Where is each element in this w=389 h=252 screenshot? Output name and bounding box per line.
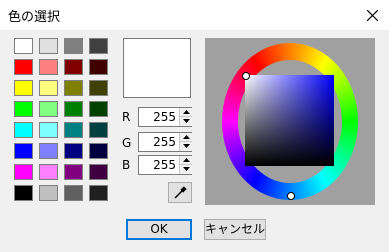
red-spinbox[interactable]: 255 bbox=[138, 107, 192, 127]
blue-label: B bbox=[122, 158, 131, 172]
color-swatch[interactable] bbox=[39, 59, 58, 75]
arrow-up-icon bbox=[183, 110, 190, 114]
green-decrement-button[interactable] bbox=[179, 142, 192, 151]
color-swatch[interactable] bbox=[39, 38, 58, 54]
hue-marker[interactable] bbox=[287, 192, 295, 200]
color-swatch[interactable] bbox=[39, 185, 58, 201]
blue-increment-button[interactable] bbox=[179, 156, 192, 165]
green-spinbox[interactable]: 255 bbox=[138, 132, 192, 152]
color-swatch[interactable] bbox=[64, 122, 83, 138]
color-swatch[interactable] bbox=[64, 143, 83, 159]
color-swatch[interactable] bbox=[64, 80, 83, 96]
color-swatch[interactable] bbox=[14, 38, 33, 54]
dialog-title: 色の選択 bbox=[8, 10, 61, 25]
color-swatch[interactable] bbox=[14, 143, 33, 159]
arrow-down-icon bbox=[183, 167, 190, 171]
color-preview bbox=[123, 38, 191, 98]
color-swatch-grid bbox=[14, 38, 114, 206]
arrow-down-icon bbox=[183, 144, 190, 148]
eyedropper-button[interactable] bbox=[168, 182, 192, 203]
color-picker-dialog: 色の選択 R 255 G 255 B 255 OK キャンセル bbox=[0, 0, 389, 252]
color-swatch[interactable] bbox=[39, 101, 58, 117]
color-swatch[interactable] bbox=[64, 164, 83, 180]
blue-spinbox[interactable]: 255 bbox=[138, 155, 192, 175]
color-wheel-picker[interactable] bbox=[205, 38, 375, 205]
blue-value[interactable]: 255 bbox=[139, 158, 176, 172]
color-swatch[interactable] bbox=[14, 122, 33, 138]
arrow-up-icon bbox=[183, 158, 190, 162]
color-swatch[interactable] bbox=[89, 122, 108, 138]
green-value[interactable]: 255 bbox=[139, 135, 176, 149]
red-decrement-button[interactable] bbox=[179, 117, 192, 126]
color-swatch[interactable] bbox=[89, 143, 108, 159]
arrow-up-icon bbox=[183, 135, 190, 139]
color-swatch[interactable] bbox=[14, 59, 33, 75]
eyedropper-icon bbox=[174, 186, 187, 199]
ok-button[interactable]: OK bbox=[126, 219, 192, 240]
color-swatch[interactable] bbox=[39, 80, 58, 96]
green-increment-button[interactable] bbox=[179, 133, 192, 142]
sv-marker[interactable] bbox=[242, 72, 250, 80]
color-swatch[interactable] bbox=[39, 143, 58, 159]
green-label: G bbox=[122, 136, 132, 150]
color-swatch[interactable] bbox=[39, 164, 58, 180]
color-swatch[interactable] bbox=[14, 185, 33, 201]
red-label: R bbox=[122, 110, 131, 124]
red-increment-button[interactable] bbox=[179, 108, 192, 117]
saturation-value-square[interactable] bbox=[245, 75, 334, 166]
color-swatch[interactable] bbox=[89, 164, 108, 180]
color-swatch[interactable] bbox=[64, 38, 83, 54]
color-swatch[interactable] bbox=[14, 80, 33, 96]
color-swatch[interactable] bbox=[39, 122, 58, 138]
close-button[interactable] bbox=[355, 0, 389, 30]
color-swatch[interactable] bbox=[64, 101, 83, 117]
color-swatch[interactable] bbox=[14, 101, 33, 117]
arrow-down-icon bbox=[183, 119, 190, 123]
color-swatch[interactable] bbox=[64, 59, 83, 75]
color-swatch[interactable] bbox=[89, 59, 108, 75]
red-value[interactable]: 255 bbox=[139, 110, 176, 124]
color-swatch[interactable] bbox=[89, 185, 108, 201]
close-icon bbox=[367, 10, 378, 21]
color-swatch[interactable] bbox=[89, 101, 108, 117]
color-swatch[interactable] bbox=[89, 80, 108, 96]
color-swatch[interactable] bbox=[89, 38, 108, 54]
cancel-button[interactable]: キャンセル bbox=[204, 219, 266, 240]
blue-decrement-button[interactable] bbox=[179, 165, 192, 174]
title-bar: 色の選択 bbox=[0, 0, 389, 30]
color-swatch[interactable] bbox=[64, 185, 83, 201]
color-swatch[interactable] bbox=[14, 164, 33, 180]
